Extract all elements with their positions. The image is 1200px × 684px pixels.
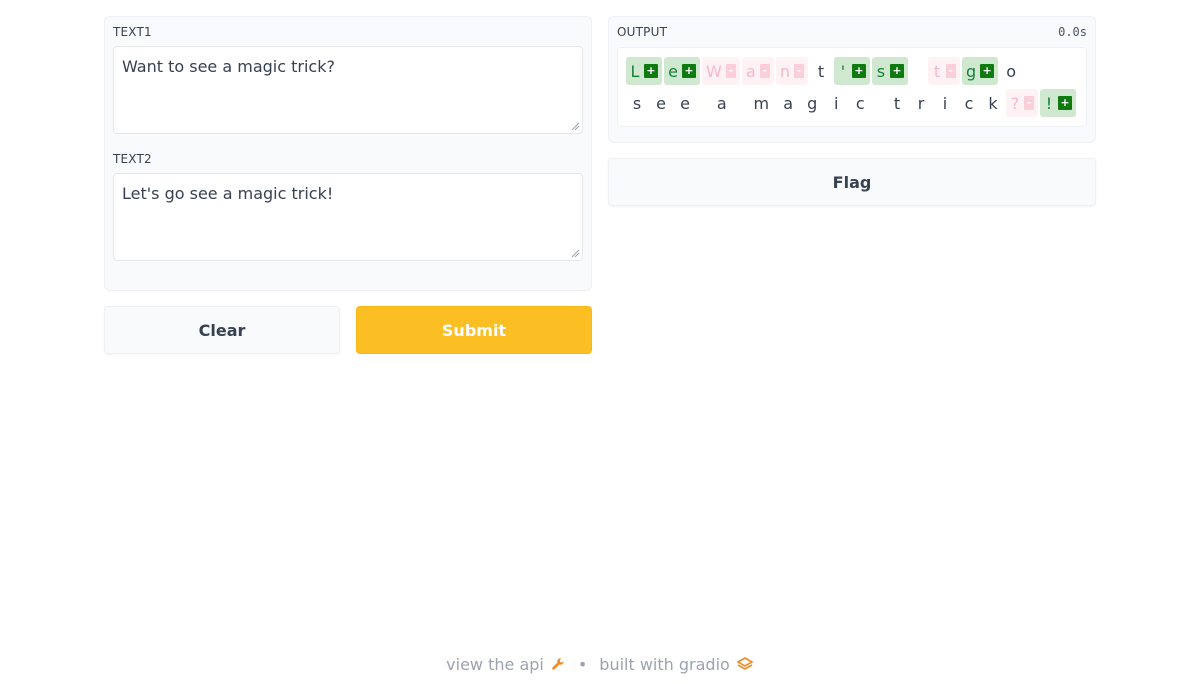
timer-badge: 0.0s xyxy=(1058,25,1087,39)
diff-token-char: e xyxy=(668,61,678,81)
diff-token-char: ! xyxy=(1045,93,1053,113)
diff-token-char: o xyxy=(1006,61,1017,81)
diff-token-char: g xyxy=(965,61,977,81)
diff-token-added: e + xyxy=(664,57,700,85)
diff-line: L + e + W - a - n - t ' + s + t - g + o xyxy=(626,56,1078,86)
diff-token-char: i xyxy=(942,93,948,113)
submit-button[interactable]: Submit xyxy=(356,306,592,354)
removed-badge: - xyxy=(945,64,956,78)
diff-token-char: ? xyxy=(1010,93,1020,113)
diff-token-space xyxy=(735,89,746,117)
text1-input[interactable]: Want to see a magic trick? xyxy=(113,46,583,134)
diff-token-char: g xyxy=(807,93,818,113)
diff-token-char: r xyxy=(917,93,925,113)
diff-token-unchanged: t xyxy=(810,57,832,85)
inputs-panel: TEXT1 Want to see a magic trick? TEXT2 L… xyxy=(104,16,592,291)
diff-token-char: e xyxy=(680,93,690,113)
diff-token-unchanged: c xyxy=(958,89,980,117)
diff-token-unchanged: c xyxy=(849,89,871,117)
diff-token-char: c xyxy=(855,93,865,113)
diff-token-unchanged: a xyxy=(711,89,733,117)
diff-token-removed: n- xyxy=(775,57,808,85)
footer-separator: • xyxy=(577,654,588,674)
diff-token-char: e xyxy=(656,93,666,113)
view-api-label: view the api xyxy=(446,654,544,674)
diff-token-char: s xyxy=(632,93,642,113)
removed-badge: - xyxy=(793,64,804,78)
input-column: TEXT1 Want to see a magic trick? TEXT2 L… xyxy=(104,16,592,354)
diff-token-unchanged: t xyxy=(886,89,908,117)
removed-badge: - xyxy=(759,64,770,78)
diff-token-unchanged: r xyxy=(910,89,932,117)
output-panel: OUTPUT 0.0s L + e + W - a - n - t ' + s + t - g + o s e e a m a g i… xyxy=(608,16,1096,143)
diff-token-space xyxy=(910,57,926,85)
clear-button[interactable]: Clear xyxy=(104,306,340,354)
removed-badge: - xyxy=(725,64,736,78)
diff-token-unchanged: g xyxy=(801,89,823,117)
diff-token-unchanged: i xyxy=(934,89,956,117)
diff-token-char: L xyxy=(630,61,640,81)
diff-token-removed: W- xyxy=(702,57,740,85)
diff-token-char: a xyxy=(745,61,756,81)
view-api-link[interactable]: view the api xyxy=(446,655,566,674)
wrench-icon xyxy=(552,658,564,670)
diff-token-char: W xyxy=(706,61,722,81)
diff-token-char: ' xyxy=(840,61,846,81)
text1-label: TEXT1 xyxy=(113,25,152,39)
diff-token-char: k xyxy=(988,93,998,113)
diff-token-char: a xyxy=(716,93,727,113)
flag-button[interactable]: Flag xyxy=(608,158,1096,206)
added-badge: + xyxy=(644,64,658,78)
diff-token-char: s xyxy=(876,61,886,81)
added-badge: + xyxy=(851,64,866,78)
diff-token-unchanged: s xyxy=(626,89,648,117)
built-with-label: built with gradio xyxy=(599,654,730,674)
diff-token-space xyxy=(873,89,884,117)
diff-token-added: ! + xyxy=(1040,89,1076,117)
diff-token-added: g + xyxy=(961,57,999,85)
text1-value: Want to see a magic trick? xyxy=(122,57,335,76)
removed-badge: - xyxy=(1024,96,1034,110)
diff-token-char: t xyxy=(933,61,941,81)
built-with-gradio-link[interactable]: built with gradio xyxy=(599,655,754,674)
added-badge: + xyxy=(1058,96,1072,110)
diff-token-char: m xyxy=(753,93,770,113)
footer: view the api • built with gradio xyxy=(0,650,1200,678)
text2-label: TEXT2 xyxy=(113,152,152,166)
added-badge: + xyxy=(889,64,904,78)
diff-token-char: t xyxy=(817,61,825,81)
gradio-logo-icon xyxy=(736,657,754,670)
resize-grip-icon[interactable] xyxy=(571,122,580,131)
added-badge: + xyxy=(980,64,995,78)
highlighted-diff-output: L + e + W - a - n - t ' + s + t - g + o s e e a m a g i c t r i c k? -! + xyxy=(617,47,1087,127)
diff-token-added: s + xyxy=(871,57,908,85)
diff-token-unchanged: a xyxy=(777,89,799,117)
diff-token-char: i xyxy=(834,93,839,113)
diff-token-removed: a- xyxy=(741,57,774,85)
added-badge: + xyxy=(682,64,696,78)
resize-grip-icon[interactable] xyxy=(571,249,580,258)
action-buttons: Clear Submit xyxy=(104,306,592,354)
diff-token-added: L + xyxy=(626,57,662,85)
diff-token-unchanged: o xyxy=(1000,57,1022,85)
diff-token-char: c xyxy=(964,93,974,113)
output-header: OUTPUT 0.0s xyxy=(617,25,1087,39)
diff-token-removed: t- xyxy=(927,57,960,85)
diff-token-unchanged: e xyxy=(650,89,672,117)
text2-input[interactable]: Let's go see a magic trick! xyxy=(113,173,583,261)
diff-token-space xyxy=(698,89,709,117)
diff-token-char: t xyxy=(893,93,901,113)
diff-token-unchanged: e xyxy=(674,89,696,117)
diff-token-added: ' + xyxy=(833,57,870,85)
diff-line: s e e a m a g i c t r i c k? -! + xyxy=(626,88,1078,118)
diff-token-unchanged: i xyxy=(825,89,847,117)
diff-token-unchanged: m xyxy=(748,89,776,117)
output-label: OUTPUT xyxy=(617,25,668,39)
diff-token-char: n xyxy=(779,61,790,81)
diff-token-unchanged: k xyxy=(982,89,1004,117)
diff-token-removed: ? - xyxy=(1006,89,1038,117)
diff-token-char: a xyxy=(783,93,793,113)
text2-value: Let's go see a magic trick! xyxy=(122,184,334,203)
output-column: OUTPUT 0.0s L + e + W - a - n - t ' + s + t - g + o s e e a m a g i… xyxy=(608,16,1096,206)
